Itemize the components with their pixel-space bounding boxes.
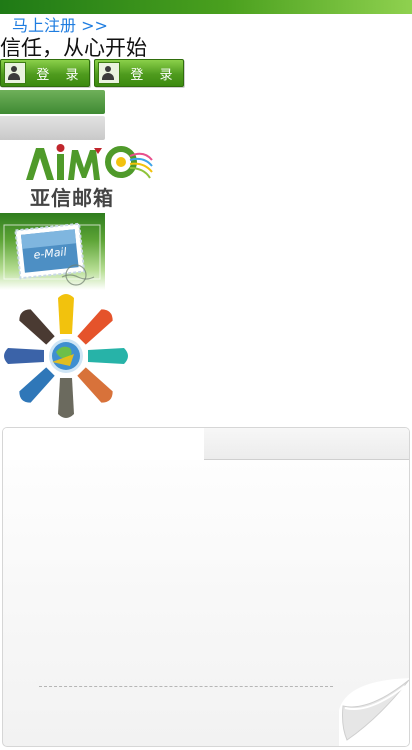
login-button-secondary[interactable]: 登 录 [94,59,184,87]
panel-tab-active[interactable] [3,428,205,460]
email-stamp-icon: e-Mail [3,222,101,286]
content-panel [2,427,410,747]
hands-globe-illustration [4,294,128,418]
user-icon [4,62,26,84]
login-button-label: 登 录 [130,67,179,83]
register-link[interactable]: 马上注册 >> [12,16,108,36]
panel-tab-inactive[interactable] [204,428,409,460]
logo-chinese-name: 亚信邮箱 [30,186,114,210]
slogan-text: 信任，从心开始 [0,36,147,60]
login-button[interactable]: 登 录 [0,59,90,87]
top-accent-bar [0,0,412,14]
login-button-label: 登 录 [36,67,85,83]
gray-menu-bar[interactable] [0,116,105,140]
user-icon [98,62,120,84]
green-menu-bar[interactable] [0,90,105,114]
page-curl-decoration [339,678,409,746]
email-banner: e-Mail [0,213,105,290]
panel-divider [39,686,333,687]
